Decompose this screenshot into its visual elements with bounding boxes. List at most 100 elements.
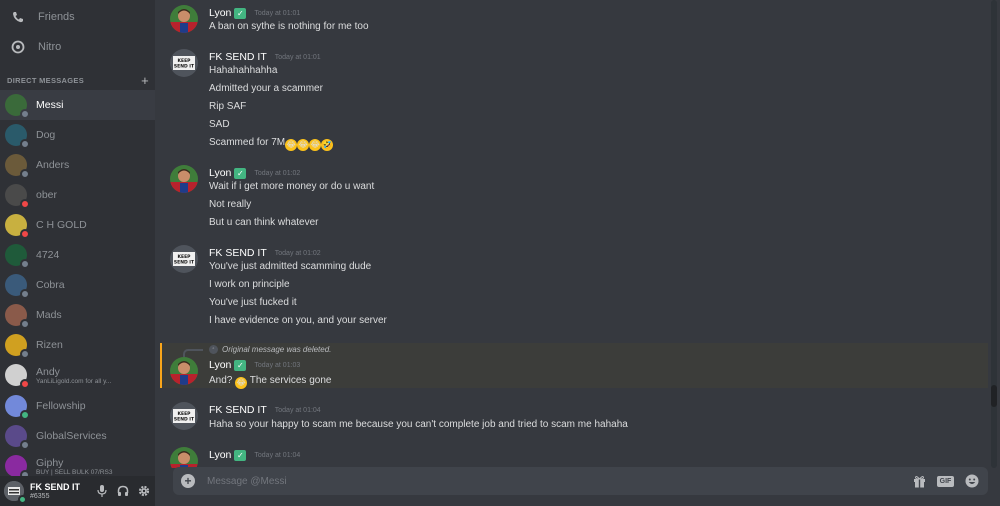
message-text: But u can think whatever xyxy=(209,217,319,229)
status-dnd-icon xyxy=(20,379,30,389)
status-offline-icon xyxy=(20,319,30,329)
nav-friends[interactable]: Friends xyxy=(0,2,155,32)
message-timestamp: Today at 01:02 xyxy=(274,249,321,257)
status-offline-icon xyxy=(20,169,30,179)
avatar xyxy=(5,154,30,179)
message-header: FK SEND IT Today at 01:01 xyxy=(209,51,321,63)
dm-item-cobra[interactable]: Cobra xyxy=(0,270,155,300)
message-text-part: Scammed for 7M xyxy=(209,137,286,148)
message-text: You've just admitted scamming dude xyxy=(209,261,371,273)
gift-icon[interactable] xyxy=(911,473,927,489)
sidebar: Friends Nitro DIRECT MESSAGES + Messi Dog… xyxy=(0,0,155,506)
message-text-part: Not really xyxy=(209,199,252,210)
avatar xyxy=(5,244,30,269)
message-timestamp: Today at 01:03 xyxy=(254,361,301,369)
message-timestamp: Today at 01:02 xyxy=(254,169,301,177)
avatar[interactable] xyxy=(170,447,198,468)
message-header: FK SEND IT Today at 01:02 xyxy=(209,247,321,259)
reply-reference[interactable]: ◦ Original message was deleted. xyxy=(209,345,331,354)
headphones-icon[interactable] xyxy=(116,484,130,498)
user-name: FK SEND IT xyxy=(30,481,81,492)
dm-item-c-h-gold[interactable]: C H GOLD xyxy=(0,210,155,240)
message-text: I have evidence on you, and your server xyxy=(209,315,387,327)
dm-name: Fellowship xyxy=(36,400,86,412)
message-header: Lyon ✓ Today at 01:03 xyxy=(209,359,300,371)
avatar[interactable]: KEEP SEND IT xyxy=(170,402,198,430)
svg-text:KEEP: KEEP xyxy=(178,411,192,417)
svg-text:SEND IT: SEND IT xyxy=(174,417,195,423)
add-dm-icon[interactable]: + xyxy=(141,73,149,88)
message-text-part: SAD xyxy=(209,119,230,130)
message-timestamp: Today at 01:01 xyxy=(254,9,301,17)
message-author[interactable]: Lyon xyxy=(209,449,231,461)
message-author[interactable]: Lyon xyxy=(209,167,231,179)
message-text: You've just fucked it xyxy=(209,297,297,309)
message-text-part: And? xyxy=(209,375,233,386)
avatar[interactable] xyxy=(170,357,198,385)
dm-item-messi[interactable]: Messi xyxy=(0,90,155,120)
dm-name: ober xyxy=(36,189,58,201)
dm-item-ober[interactable]: ober xyxy=(0,180,155,210)
status-dnd-icon xyxy=(20,199,30,209)
deleted-reply-icon: ◦ xyxy=(209,345,218,354)
nav-nitro[interactable]: Nitro xyxy=(0,32,155,62)
message-input[interactable] xyxy=(207,467,887,495)
microphone-icon[interactable] xyxy=(95,484,109,498)
message-author[interactable]: FK SEND IT xyxy=(209,404,267,416)
dm-name: Anders xyxy=(36,159,70,171)
message-text: Not really xyxy=(209,199,251,211)
dm-item-rizen[interactable]: Rizen xyxy=(0,330,155,360)
message-text: A ban on sythe is nothing for me too xyxy=(209,21,369,33)
message-text: Rip SAF xyxy=(209,101,246,113)
dm-item-4724[interactable]: 4724 xyxy=(0,240,155,270)
status-offline-icon xyxy=(20,289,30,299)
dm-name: Dog xyxy=(36,129,56,141)
attach-button[interactable]: + xyxy=(181,474,195,488)
dm-item-fellowship[interactable]: Fellowship xyxy=(0,391,155,421)
svg-text:SEND IT: SEND IT xyxy=(174,64,195,70)
dm-name: C H GOLD xyxy=(36,219,87,231)
emoji[interactable]: 🤣 xyxy=(321,139,334,151)
dm-name: 4724 xyxy=(36,249,60,261)
message-author[interactable]: Lyon xyxy=(209,359,231,371)
dm-name: Rizen xyxy=(36,339,63,351)
message-author[interactable]: Lyon xyxy=(209,7,231,19)
message-text-part: Admitted your a scammer xyxy=(209,83,323,94)
emoji-picker-icon[interactable] xyxy=(964,473,980,489)
dm-item-mads[interactable]: Mads xyxy=(0,300,155,330)
checkmark-icon: ✓ xyxy=(234,167,247,179)
emoji[interactable]: 😂 xyxy=(309,139,322,151)
message-text-part: A ban on sythe is nothing for me too xyxy=(209,21,369,32)
gif-button[interactable]: GIF xyxy=(937,475,954,487)
message-header: Lyon ✓ Today at 01:02 xyxy=(209,167,300,179)
avatar[interactable] xyxy=(170,5,198,33)
avatar xyxy=(5,455,30,480)
message-timestamp: Today at 01:01 xyxy=(274,53,321,61)
dm-name: Mads xyxy=(36,309,62,321)
message-text-part: You've just fucked it xyxy=(209,297,297,308)
emoji[interactable]: 😂 xyxy=(285,139,298,151)
avatar xyxy=(5,214,30,239)
status-offline-icon xyxy=(20,349,30,359)
avatar[interactable] xyxy=(170,165,198,193)
emoji[interactable]: 😂 xyxy=(297,139,310,151)
avatar xyxy=(5,425,30,450)
message-text-part: The services gone xyxy=(249,375,332,386)
dm-item-dog[interactable]: Dog xyxy=(0,120,155,150)
chat-scrollbar-thumb[interactable] xyxy=(991,385,997,407)
message-author[interactable]: FK SEND IT xyxy=(209,247,267,259)
dm-item-globalservices[interactable]: GlobalServices xyxy=(0,421,155,451)
message-text: Scammed for 7M😂 😂 😂 🤣 xyxy=(209,137,334,151)
message-author[interactable]: FK SEND IT xyxy=(209,51,267,63)
message-text: And? 😂 The services gone xyxy=(209,375,332,389)
avatar[interactable]: KEEP SEND IT xyxy=(170,49,198,77)
avatar[interactable] xyxy=(4,481,27,504)
friends-icon xyxy=(8,7,28,27)
dm-item-andy[interactable]: Andy YanLiLigold.com for all y... xyxy=(0,360,155,390)
avatar[interactable]: KEEP SEND IT xyxy=(170,245,198,273)
checkmark-icon: ✓ xyxy=(234,7,247,19)
gear-icon[interactable] xyxy=(137,484,151,498)
svg-text:KEEP: KEEP xyxy=(178,58,192,64)
dm-item-anders[interactable]: Anders xyxy=(0,150,155,180)
message-text: SAD xyxy=(209,119,230,131)
